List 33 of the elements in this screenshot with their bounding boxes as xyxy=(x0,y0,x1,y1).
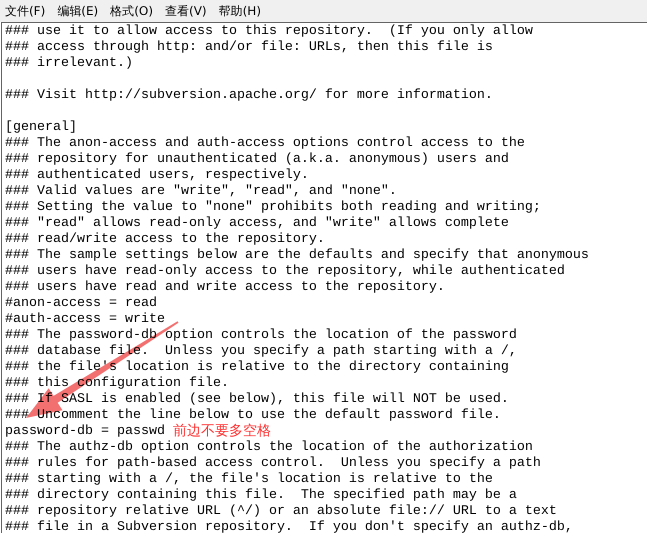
code-line: password-db = passwd xyxy=(5,424,165,440)
code-line: ### users have read-only access to the repository, while authenticated xyxy=(5,264,565,280)
code-line: ### Setting the value to "none" prohibits both reading and writing; xyxy=(5,200,541,216)
code-line: ### directory containing this file. The specified path may be a xyxy=(5,488,517,504)
code-line: ### repository relative URL (^/) or an absolute file:// URL to a text xyxy=(5,504,557,520)
code-line: ### read/write access to the repository. xyxy=(5,232,325,248)
text-editor-area[interactable] xyxy=(1,22,647,533)
menu-item[interactable]: 帮助(H) xyxy=(218,2,262,20)
code-line: ### rules for path-based access control. Unless you specify a path xyxy=(5,456,541,472)
code-line: [general] xyxy=(5,120,77,136)
code-line: ### access through http: and/or file: URLs, then this file is xyxy=(5,40,493,56)
menu-item[interactable]: 文件(F) xyxy=(4,2,46,20)
code-line: ### "read" allows read-only access, and "write" allows complete xyxy=(5,216,509,232)
code-line: ### The anon-access and auth-access options control access to the xyxy=(5,136,525,152)
code-line: ### file in a Subversion repository. If you don't specify an authz-db, xyxy=(5,520,573,533)
menu-item[interactable]: 编辑(E) xyxy=(56,2,100,20)
code-line: ### Visit http://subversion.apache.org/ for more information. xyxy=(5,88,493,104)
code-line: #anon-access = read xyxy=(5,296,157,312)
menu-item[interactable]: 格式(O) xyxy=(109,2,154,20)
code-line: ### The password-db option controls the location of the password xyxy=(5,328,517,344)
code-line: ### repository for unauthenticated (a.k.a. anonymous) users and xyxy=(5,152,509,168)
code-line: #auth-access = write xyxy=(5,312,165,328)
code-line: ### Uncomment the line below to use the default password file. xyxy=(5,408,501,423)
code-line: ### Valid values are "write", "read", and "none". xyxy=(5,184,397,200)
code-line: ### The sample settings below are the defaults and specify that anonymous xyxy=(5,248,589,264)
menu-item[interactable]: 查看(V) xyxy=(164,2,208,20)
annotation-text: 前边不要多空格 xyxy=(173,424,271,438)
code-line: ### The authz-db option controls the location of the authorization xyxy=(5,440,533,456)
code-line: ### users have read and write access to the repository. xyxy=(5,280,445,296)
code-line: ### starting with a /, the file's location is relative to the xyxy=(5,472,493,488)
code-line: ### irrelevant.) xyxy=(5,56,133,72)
code-line: ### use it to allow access to this repository. (If you only allow xyxy=(5,24,533,40)
code-line: ### authenticated users, respectively. xyxy=(5,168,309,184)
